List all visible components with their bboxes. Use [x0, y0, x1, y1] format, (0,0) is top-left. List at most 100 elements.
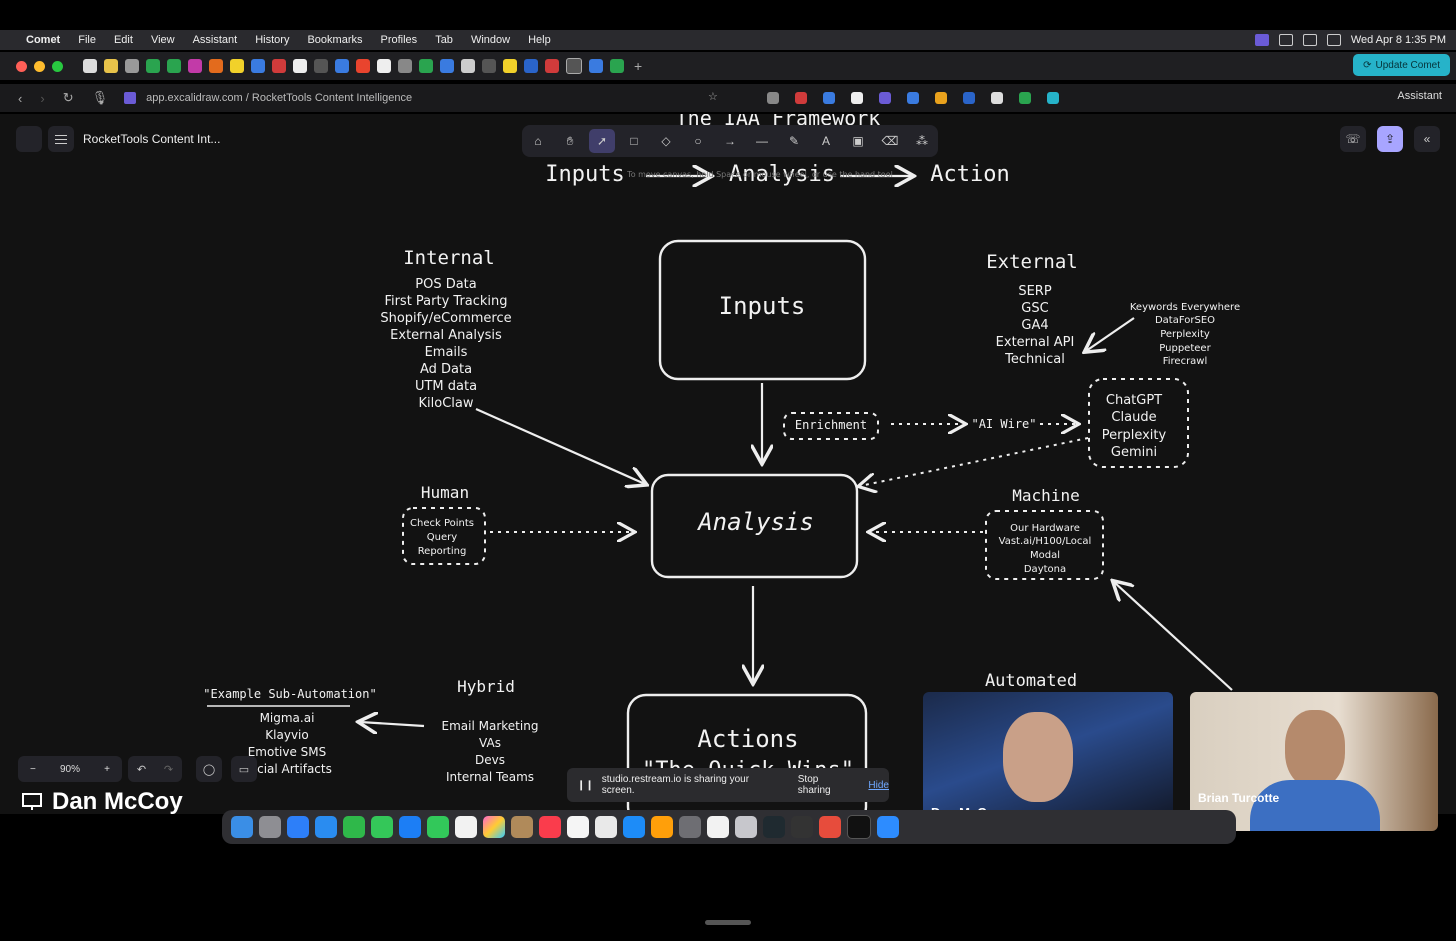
hybrid-to-subautomation-arrow[interactable] [360, 722, 425, 726]
diamond-tool-icon[interactable]: ◇ [653, 129, 679, 153]
finder-icon[interactable] [231, 816, 253, 838]
tab-favicon[interactable] [272, 59, 286, 73]
arrow-tool-icon[interactable]: → [717, 129, 743, 153]
internal-item[interactable]: Emails [425, 345, 468, 360]
menu-view[interactable]: View [151, 34, 175, 46]
assistant-button[interactable]: Assistant [1397, 90, 1442, 102]
facetime-icon[interactable] [427, 816, 449, 838]
extension-icon[interactable] [907, 92, 919, 104]
extension-icon[interactable] [935, 92, 947, 104]
menu-history[interactable]: History [255, 34, 289, 46]
keyword-tool[interactable]: Firecrawl [1163, 356, 1208, 367]
messages-icon[interactable] [371, 816, 393, 838]
sidebar-toggle-button[interactable] [16, 126, 42, 152]
tab-favicon[interactable] [482, 59, 496, 73]
extension-icon[interactable] [1019, 92, 1031, 104]
hybrid-item[interactable]: Internal Teams [446, 770, 534, 784]
microphone-icon[interactable]: 🎙︎ [92, 90, 109, 106]
document-title[interactable]: RocketTools Content Int... [83, 132, 220, 146]
tab-favicon[interactable] [83, 59, 97, 73]
tab-favicon[interactable] [188, 59, 202, 73]
share-button[interactable]: ⇪ [1377, 126, 1403, 152]
zoom-in-button[interactable]: + [104, 764, 110, 775]
lock-icon[interactable]: ⌂ [525, 129, 551, 153]
internal-heading[interactable]: Internal [403, 247, 495, 269]
numbers-icon[interactable] [343, 816, 365, 838]
pages-icon[interactable] [651, 816, 673, 838]
select-tool-icon[interactable]: ➚ [589, 129, 615, 153]
wifi-icon[interactable] [1278, 34, 1293, 46]
keyword-tool[interactable]: Perplexity [1160, 329, 1210, 340]
tab-favicon[interactable] [419, 59, 433, 73]
layers-icon[interactable] [791, 816, 813, 838]
menu-edit[interactable]: Edit [114, 34, 133, 46]
photos-icon[interactable] [483, 816, 505, 838]
tab-favicon[interactable] [251, 59, 265, 73]
sub-automation-heading[interactable]: "Example Sub-Automation" [203, 687, 376, 701]
redo-icon[interactable]: ↷ [164, 763, 173, 776]
line-tool-icon[interactable]: — [749, 129, 775, 153]
rectangle-tool-icon[interactable]: □ [621, 129, 647, 153]
sub-automation-item[interactable]: Emotive SMS [248, 745, 327, 759]
search-icon[interactable] [1302, 34, 1317, 46]
screen-share-icon[interactable] [1254, 34, 1269, 46]
launchpad-icon[interactable] [259, 816, 281, 838]
internal-item[interactable]: POS Data [415, 277, 477, 292]
undo-icon[interactable]: ↶ [137, 763, 146, 776]
notes-app-icon[interactable] [511, 816, 533, 838]
eraser-tool-icon[interactable]: ⌫ [877, 129, 903, 153]
sub-automation-item[interactable]: Migma.ai [260, 711, 315, 725]
internal-item[interactable]: UTM data [415, 379, 477, 394]
menu-app-name[interactable]: Comet [26, 34, 60, 46]
tab-favicon[interactable] [125, 59, 139, 73]
zoom-level[interactable]: 90% [60, 764, 80, 775]
tab-favicon[interactable] [503, 59, 517, 73]
menu-assistant[interactable]: Assistant [193, 34, 238, 46]
llm-to-analysis-arrow[interactable] [860, 437, 1089, 486]
internal-item[interactable]: First Party Tracking [384, 294, 507, 309]
menu-help[interactable]: Help [528, 34, 551, 46]
tab-favicon[interactable] [356, 59, 370, 73]
back-icon[interactable]: ‹ [18, 91, 22, 106]
tab-favicon[interactable] [545, 59, 559, 73]
extension-icon[interactable] [1047, 92, 1059, 104]
machine-heading[interactable]: Machine [1012, 486, 1079, 505]
hybrid-item[interactable]: VAs [479, 736, 501, 750]
ai-wire-label[interactable]: "AI Wire" [971, 417, 1036, 431]
hybrid-heading[interactable]: Hybrid [457, 677, 515, 696]
hybrid-item[interactable]: Email Marketing [442, 719, 539, 733]
automated-heading[interactable]: Automated [985, 671, 1077, 691]
sub-automation-item[interactable]: Klayvio [265, 728, 308, 742]
control-center-icon[interactable] [1326, 34, 1341, 46]
automated-to-machine-arrow[interactable] [1114, 582, 1233, 691]
notes-icon[interactable] [567, 816, 589, 838]
internal-item[interactable]: Shopify/eCommerce [380, 311, 511, 326]
external-heading[interactable]: External [986, 251, 1078, 273]
tab-favicon[interactable] [293, 59, 307, 73]
external-item[interactable]: SERP [1018, 284, 1051, 299]
close-window-icon[interactable] [16, 60, 27, 72]
menu-profiles[interactable]: Profiles [381, 34, 418, 46]
menu-bookmarks[interactable]: Bookmarks [307, 34, 362, 46]
settings-icon[interactable] [679, 816, 701, 838]
tab-favicon[interactable] [377, 59, 391, 73]
app-store-icon[interactable] [399, 816, 421, 838]
calendar-icon[interactable] [455, 816, 477, 838]
comment-button[interactable]: ◯ [196, 756, 222, 782]
internal-item[interactable]: Ad Data [420, 362, 472, 377]
hide-banner-button[interactable]: Hide [868, 780, 889, 791]
extension-icon[interactable] [879, 92, 891, 104]
music-icon[interactable] [539, 816, 561, 838]
extension-icon[interactable] [767, 92, 779, 104]
collapse-sidebar-button[interactable]: « [1414, 126, 1440, 152]
extension-icon[interactable] [991, 92, 1003, 104]
human-heading[interactable]: Human [421, 483, 469, 502]
comet-icon[interactable] [763, 816, 785, 838]
ellipse-tool-icon[interactable]: ○ [685, 129, 711, 153]
ai-app-icon[interactable] [819, 816, 841, 838]
tab-favicon[interactable] [314, 59, 328, 73]
extension-icon[interactable] [851, 92, 863, 104]
tab-favicon[interactable] [398, 59, 412, 73]
keynote-icon[interactable] [623, 816, 645, 838]
new-tab-icon[interactable]: + [634, 58, 642, 74]
